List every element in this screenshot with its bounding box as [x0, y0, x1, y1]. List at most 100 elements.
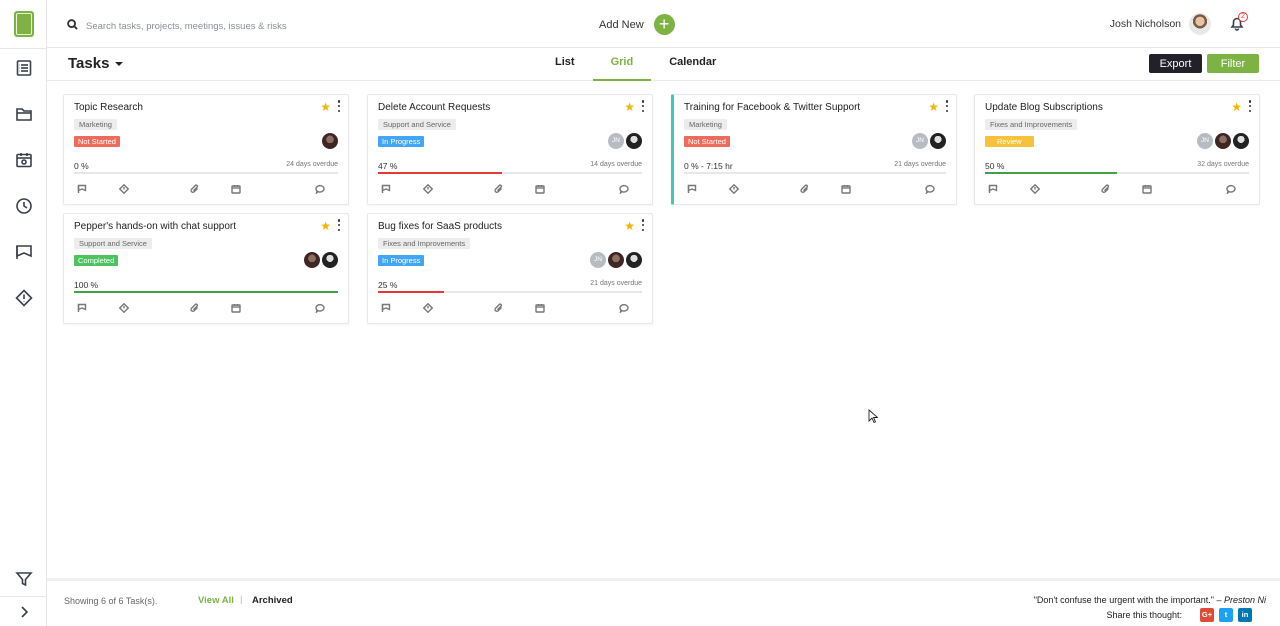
more-options-icon[interactable] [1248, 100, 1252, 112]
flag-icon[interactable] [14, 242, 34, 262]
assignee-avatar[interactable] [1233, 133, 1249, 149]
clock-icon[interactable] [14, 196, 34, 216]
calendar-icon[interactable] [534, 302, 545, 313]
assignee-list [302, 252, 338, 268]
alert-icon[interactable] [118, 302, 129, 313]
calendar-icon[interactable] [230, 183, 241, 194]
task-card[interactable]: Delete Account Requests ★ Support and Se… [367, 94, 653, 205]
paperclip-icon[interactable] [189, 183, 200, 194]
assignee-avatar[interactable]: JN [1197, 133, 1213, 149]
archived-link[interactable]: Archived [252, 595, 293, 606]
flag-icon[interactable] [380, 183, 391, 194]
task-title[interactable]: Delete Account Requests [378, 102, 490, 113]
alert-icon[interactable] [1029, 183, 1040, 194]
paperclip-icon[interactable] [799, 183, 810, 194]
alert-icon[interactable] [14, 288, 34, 308]
calendar-icon[interactable] [1141, 183, 1152, 194]
calendar-icon[interactable] [840, 183, 851, 194]
more-options-icon[interactable] [641, 219, 645, 231]
paperclip-icon[interactable] [189, 302, 200, 313]
task-card[interactable]: Update Blog Subscriptions ★ Fixes and Im… [974, 94, 1260, 205]
task-card[interactable]: Bug fixes for SaaS products ★ Fixes and … [367, 213, 653, 324]
calendar-icon[interactable] [230, 302, 241, 313]
filter-icon[interactable] [14, 569, 34, 589]
view-all-link[interactable]: View All [198, 595, 234, 606]
page-title-dropdown[interactable]: Tasks [68, 55, 124, 72]
more-options-icon[interactable] [337, 100, 341, 112]
flag-icon[interactable] [76, 302, 87, 313]
add-new-button[interactable]: Add New + [599, 14, 675, 35]
alert-icon[interactable] [728, 183, 739, 194]
task-card[interactable]: Pepper's hands-on with chat support ★ Su… [63, 213, 349, 324]
star-icon[interactable]: ★ [1231, 100, 1242, 114]
flag-icon[interactable] [76, 183, 87, 194]
tasks-icon[interactable] [14, 58, 34, 78]
assignee-list: JN [1195, 133, 1249, 149]
assignee-avatar[interactable]: JN [912, 133, 928, 149]
assignee-avatar[interactable] [626, 133, 642, 149]
google-plus-icon[interactable]: G+ [1200, 608, 1214, 622]
assignee-avatar[interactable] [304, 252, 320, 268]
notifications-button[interactable]: 2 [1229, 12, 1248, 33]
task-card[interactable]: Topic Research ★ Marketing Not Started 0… [63, 94, 349, 205]
assignee-avatar[interactable]: JN [608, 133, 624, 149]
star-icon[interactable]: ★ [320, 100, 331, 114]
task-title[interactable]: Pepper's hands-on with chat support [74, 221, 236, 232]
task-title[interactable]: Topic Research [74, 102, 143, 113]
more-options-icon[interactable] [641, 100, 645, 112]
flag-icon[interactable] [380, 302, 391, 313]
more-options-icon[interactable] [337, 219, 341, 231]
alert-icon[interactable] [422, 302, 433, 313]
calendar-icon[interactable] [14, 150, 34, 170]
tab-list[interactable]: List [537, 48, 593, 81]
folder-icon[interactable] [14, 104, 34, 124]
task-title[interactable]: Bug fixes for SaaS products [378, 221, 502, 232]
assignee-avatar[interactable] [1215, 133, 1231, 149]
assignee-avatar[interactable]: JN [590, 252, 606, 268]
flag-icon[interactable] [987, 183, 998, 194]
app-logo[interactable] [14, 11, 34, 37]
assignee-list [320, 133, 338, 149]
paperclip-icon[interactable] [493, 183, 504, 194]
assignee-avatar[interactable] [608, 252, 624, 268]
overdue-label: 14 days overdue [590, 161, 642, 168]
tab-calendar[interactable]: Calendar [651, 48, 734, 81]
progress-fill [74, 291, 338, 293]
flag-icon[interactable] [686, 183, 697, 194]
filter-button[interactable]: Filter [1207, 54, 1259, 73]
assignee-avatar[interactable] [626, 252, 642, 268]
comment-icon[interactable] [1225, 183, 1236, 194]
alert-icon[interactable] [118, 183, 129, 194]
twitter-icon[interactable]: t [1219, 608, 1233, 622]
star-icon[interactable]: ★ [624, 219, 635, 233]
user-menu[interactable]: Josh Nicholson [1110, 13, 1211, 35]
comment-icon[interactable] [924, 183, 935, 194]
category-tag: Support and Service [378, 119, 456, 130]
task-card[interactable]: Training for Facebook & Twitter Support … [671, 94, 957, 205]
star-icon[interactable]: ★ [624, 100, 635, 114]
linkedin-icon[interactable]: in [1238, 608, 1252, 622]
export-button[interactable]: Export [1149, 54, 1202, 73]
comment-icon[interactable] [314, 302, 325, 313]
chevron-right-icon[interactable] [14, 602, 34, 622]
task-title[interactable]: Update Blog Subscriptions [985, 102, 1103, 113]
assignee-avatar[interactable] [322, 133, 338, 149]
calendar-icon[interactable] [534, 183, 545, 194]
tab-grid[interactable]: Grid [592, 48, 652, 81]
search-input[interactable] [86, 20, 346, 32]
star-icon[interactable]: ★ [928, 100, 939, 114]
comment-icon[interactable] [314, 183, 325, 194]
more-options-icon[interactable] [945, 100, 949, 112]
assignee-avatar[interactable] [930, 133, 946, 149]
star-icon[interactable]: ★ [320, 219, 331, 233]
paperclip-icon[interactable] [1100, 183, 1111, 194]
assignee-avatar[interactable] [322, 252, 338, 268]
paperclip-icon[interactable] [493, 302, 504, 313]
search-bar [67, 17, 346, 35]
plus-icon[interactable]: + [653, 14, 675, 35]
user-avatar[interactable] [1189, 13, 1211, 35]
comment-icon[interactable] [618, 183, 629, 194]
comment-icon[interactable] [618, 302, 629, 313]
task-title[interactable]: Training for Facebook & Twitter Support [684, 102, 860, 113]
alert-icon[interactable] [422, 183, 433, 194]
